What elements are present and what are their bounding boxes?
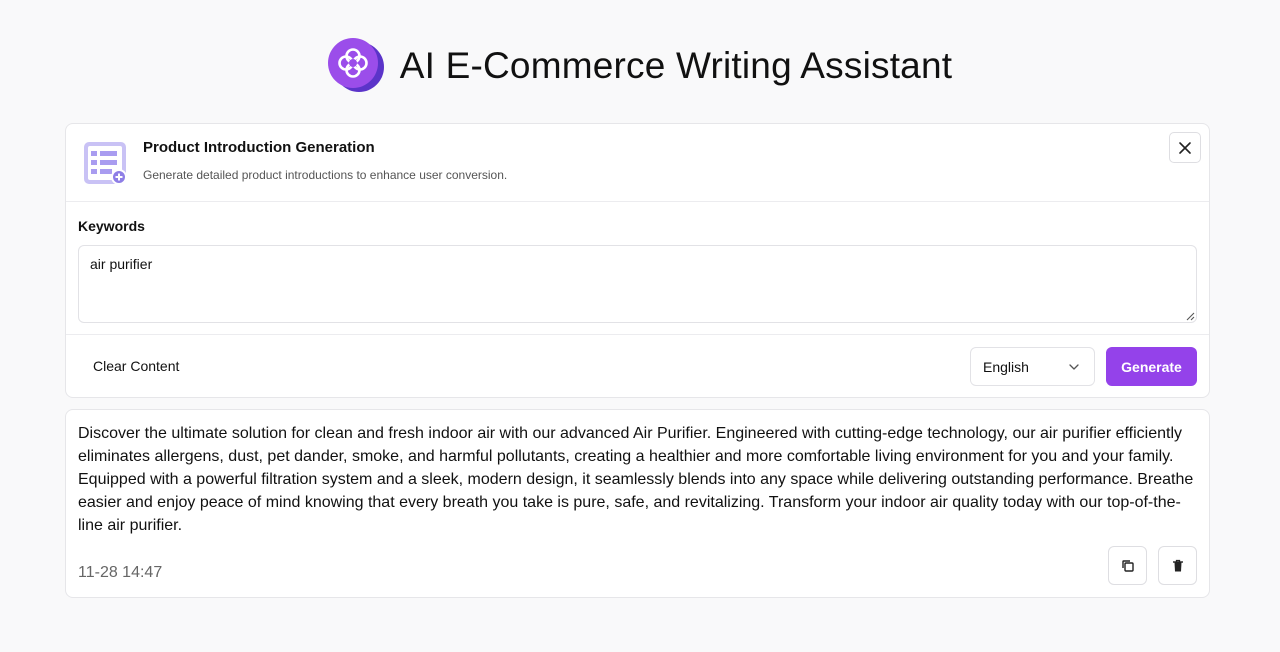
clover-logo-icon [327, 38, 384, 94]
product-intro-card: Product Introduction Generation Generate… [65, 123, 1210, 398]
close-button[interactable] [1169, 132, 1201, 163]
tool-description: Generate detailed product introductions … [143, 168, 508, 182]
language-selected-value: English [983, 358, 1029, 375]
app-title: AI E-Commerce Writing Assistant [399, 45, 953, 86]
close-icon [1179, 141, 1191, 154]
result-timestamp: 11-28 14:47 [78, 564, 163, 581]
document-list-add-icon [82, 140, 128, 186]
chevron-down-icon [1069, 364, 1079, 370]
resize-grip-icon[interactable] [1185, 311, 1195, 321]
keywords-input[interactable]: air purifier [78, 245, 1197, 323]
trash-icon [1172, 559, 1183, 571]
delete-button[interactable] [1158, 546, 1197, 585]
divider [66, 334, 1209, 335]
app-header: AI E-Commerce Writing Assistant [0, 38, 1280, 94]
clear-content-button[interactable]: Clear Content [93, 358, 179, 374]
copy-button[interactable] [1108, 546, 1147, 585]
result-card: Discover the ultimate solution for clean… [65, 409, 1210, 598]
tool-header: Product Introduction Generation Generate… [66, 124, 1209, 202]
generated-text: Discover the ultimate solution for clean… [78, 425, 1194, 534]
tool-title: Product Introduction Generation [143, 139, 375, 156]
keywords-label: Keywords [78, 218, 145, 234]
copy-icon [1121, 559, 1134, 572]
generate-button[interactable]: Generate [1106, 347, 1197, 386]
language-select[interactable]: English [970, 347, 1095, 386]
